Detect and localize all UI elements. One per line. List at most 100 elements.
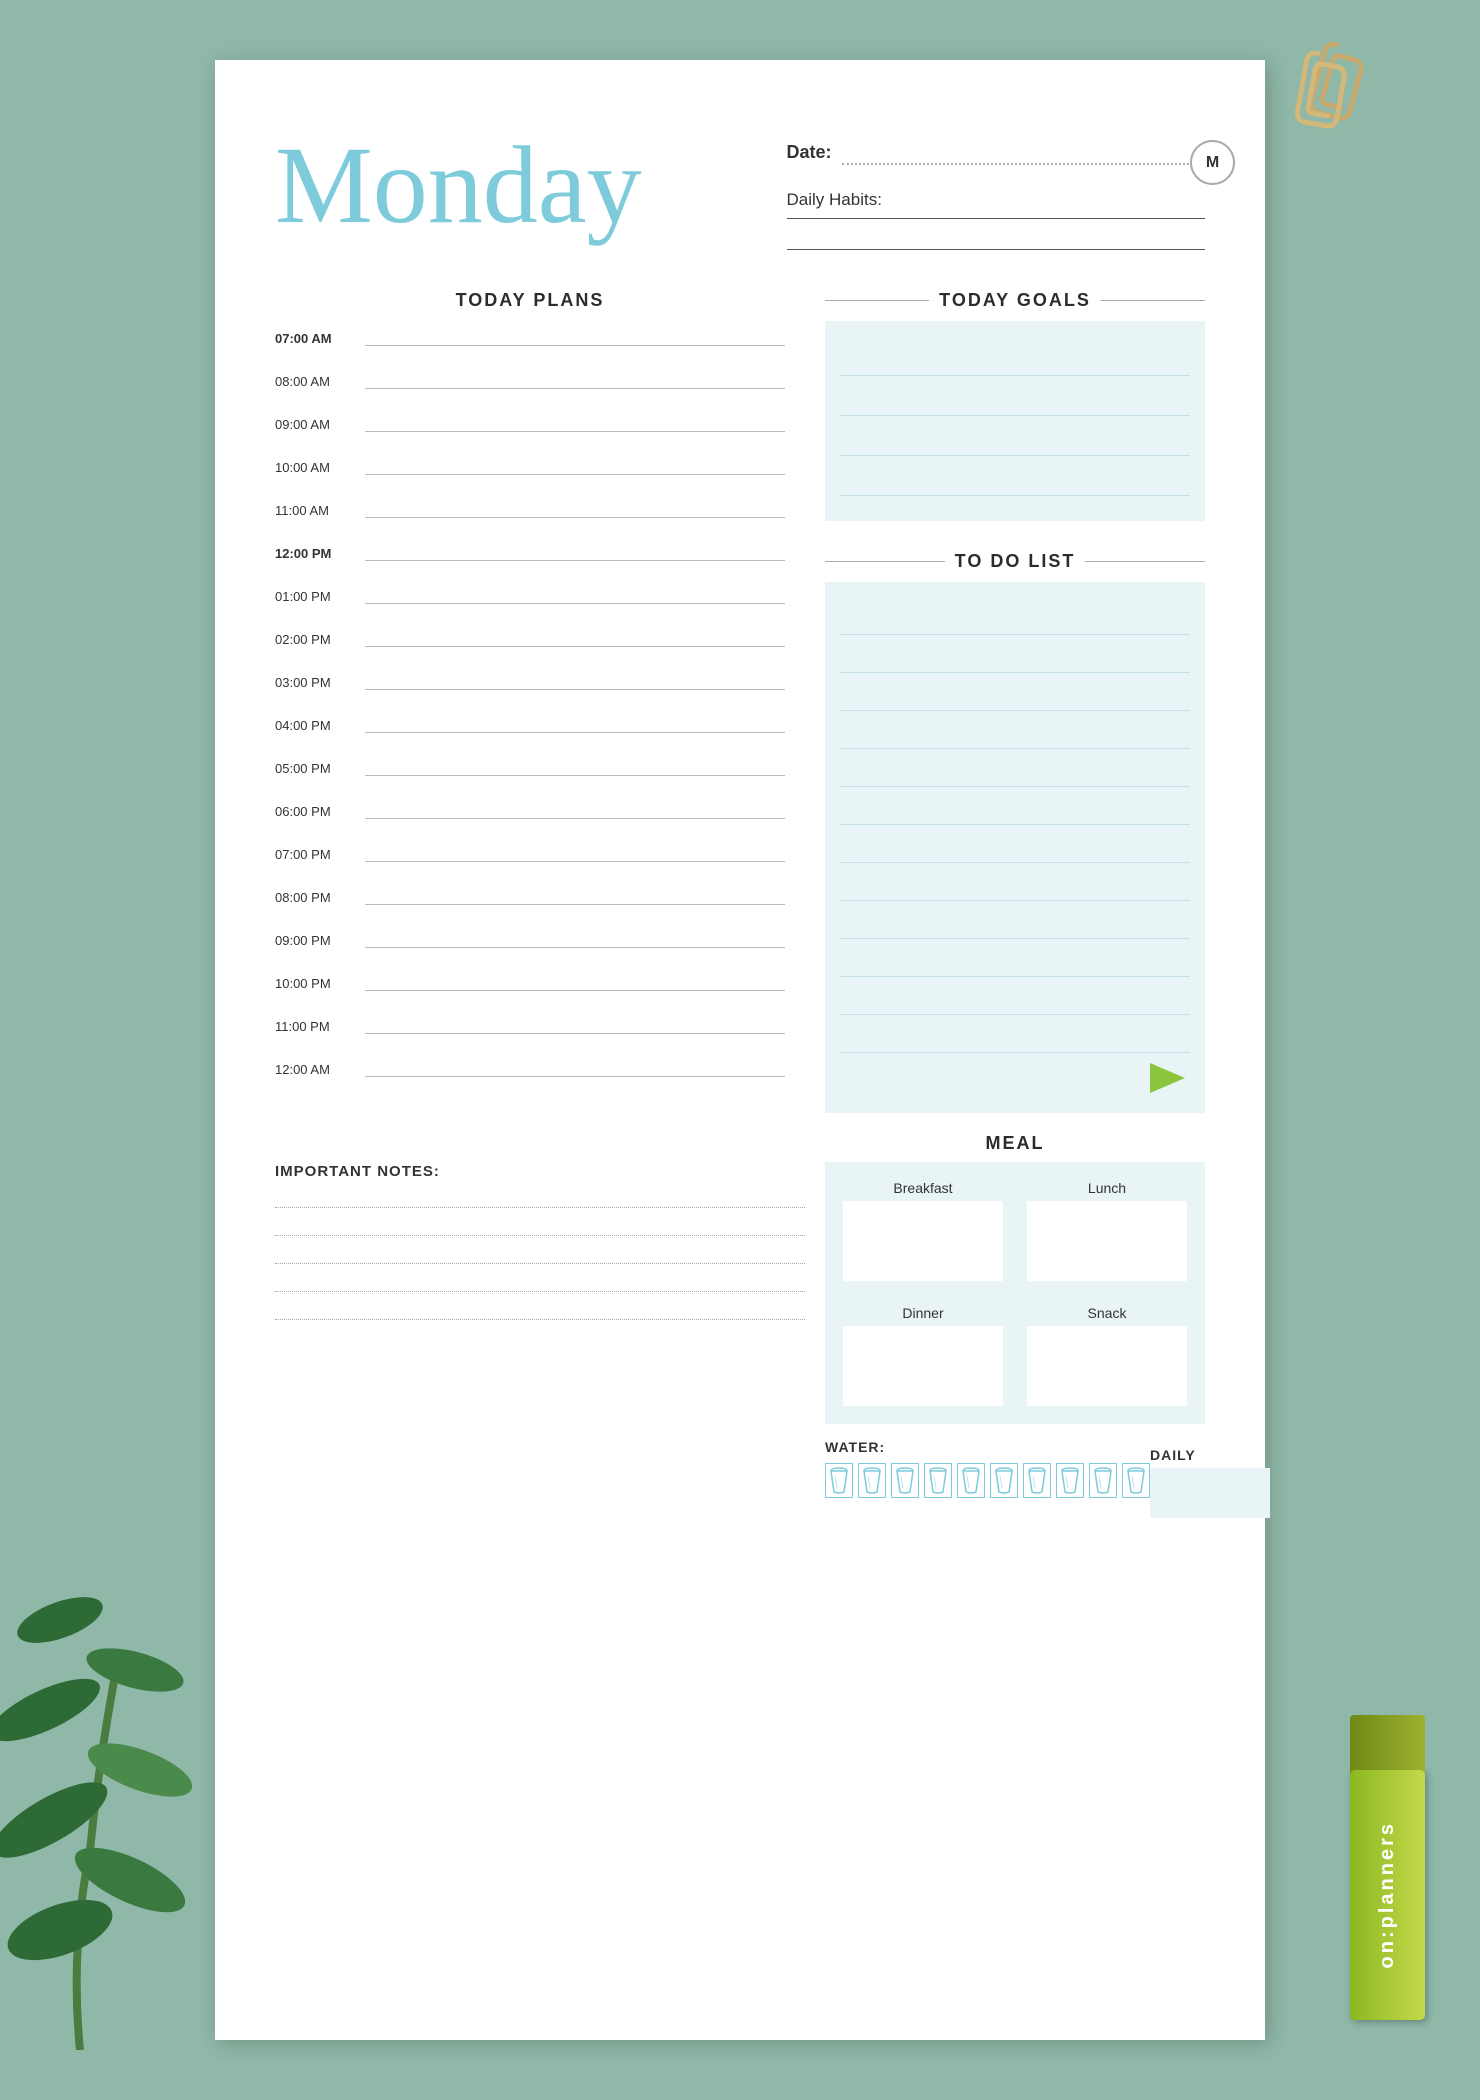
time-line-1 bbox=[365, 374, 785, 389]
main-content: TODAY PLANS 07:00 AM 08:00 AM 09:00 AM 10:0… bbox=[275, 290, 1205, 1113]
flag-icon bbox=[1150, 1063, 1190, 1098]
water-glass-1 bbox=[858, 1463, 886, 1498]
bottom-section: IMPORTANT NOTES: MEAL Breakfast Lunch bbox=[275, 1133, 1205, 1518]
meal-cell-snack: Snack bbox=[1019, 1297, 1195, 1414]
brand-label: on:planners bbox=[1376, 1821, 1399, 1968]
time-slot-1: 08:00 AM bbox=[275, 374, 785, 389]
time-label-5: 12:00 PM bbox=[275, 546, 360, 561]
time-label-10: 05:00 PM bbox=[275, 761, 360, 776]
time-slot-13: 08:00 PM bbox=[275, 890, 785, 905]
water-glass-7 bbox=[1056, 1463, 1084, 1498]
todo-list-title: TO DO LIST bbox=[955, 551, 1076, 572]
meal-breakfast-label: Breakfast bbox=[843, 1180, 1003, 1196]
time-slot-3: 10:00 AM bbox=[275, 460, 785, 475]
time-line-3 bbox=[365, 460, 785, 475]
time-label-11: 06:00 PM bbox=[275, 804, 360, 819]
time-label-6: 01:00 PM bbox=[275, 589, 360, 604]
header-right: Date: M Daily Habits: bbox=[787, 120, 1206, 250]
time-slot-11: 06:00 PM bbox=[275, 804, 785, 819]
time-line-9 bbox=[365, 718, 785, 733]
meal-dinner-content bbox=[843, 1326, 1003, 1406]
water-glass-2 bbox=[891, 1463, 919, 1498]
time-slot-17: 12:00 AM bbox=[275, 1062, 785, 1077]
time-label-8: 03:00 PM bbox=[275, 675, 360, 690]
water-section: WATER: bbox=[825, 1439, 1205, 1518]
time-line-7 bbox=[365, 632, 785, 647]
daily-box bbox=[1150, 1468, 1270, 1518]
time-label-15: 10:00 PM bbox=[275, 976, 360, 991]
time-label-9: 04:00 PM bbox=[275, 718, 360, 733]
todo-header: TO DO LIST bbox=[825, 551, 1205, 572]
time-line-15 bbox=[365, 976, 785, 991]
brand-container: on:planners bbox=[1350, 1770, 1425, 2020]
daily-label: DAILY bbox=[1150, 1447, 1270, 1463]
water-glass-4 bbox=[957, 1463, 985, 1498]
meal-cell-breakfast: Breakfast bbox=[835, 1172, 1011, 1289]
meal-title: MEAL bbox=[825, 1133, 1205, 1154]
time-label-7: 02:00 PM bbox=[275, 632, 360, 647]
planner-paper: Monday Date: M Daily Habits: TODAY PLANS bbox=[215, 60, 1265, 2040]
important-notes-section: IMPORTANT NOTES: bbox=[275, 1163, 805, 1320]
flag-container bbox=[840, 1063, 1190, 1098]
meal-section: MEAL Breakfast Lunch Dinner Snack bbox=[825, 1133, 1205, 1518]
meal-cell-lunch: Lunch bbox=[1019, 1172, 1195, 1289]
goals-header: TODAY GOALS bbox=[825, 290, 1205, 311]
time-slot-2: 09:00 AM bbox=[275, 417, 785, 432]
time-line-2 bbox=[365, 417, 785, 432]
time-line-12 bbox=[365, 847, 785, 862]
meal-cell-dinner: Dinner bbox=[835, 1297, 1011, 1414]
habits-line-1 bbox=[787, 218, 1206, 219]
water-label: WATER: bbox=[825, 1439, 1150, 1455]
time-line-13 bbox=[365, 890, 785, 905]
todo-line-right bbox=[1085, 561, 1205, 562]
time-label-4: 11:00 AM bbox=[275, 503, 360, 518]
time-line-11 bbox=[365, 804, 785, 819]
time-label-3: 10:00 AM bbox=[275, 460, 360, 475]
water-glass-5 bbox=[990, 1463, 1018, 1498]
time-line-14 bbox=[365, 933, 785, 948]
notes-line-5 bbox=[275, 1300, 805, 1320]
time-slot-16: 11:00 PM bbox=[275, 1019, 785, 1034]
water-glasses bbox=[825, 1463, 1150, 1498]
notes-line-2 bbox=[275, 1216, 805, 1236]
time-label-14: 09:00 PM bbox=[275, 933, 360, 948]
time-line-5 bbox=[365, 546, 785, 561]
time-label-12: 07:00 PM bbox=[275, 847, 360, 862]
date-line bbox=[842, 145, 1205, 165]
water-glass-6 bbox=[1023, 1463, 1051, 1498]
daily-section: DAILY bbox=[1150, 1447, 1270, 1518]
date-section: Date: M bbox=[787, 140, 1206, 165]
daily-habits-label: Daily Habits: bbox=[787, 190, 882, 209]
time-slots-container: 07:00 AM 08:00 AM 09:00 AM 10:00 AM 11:00 AM… bbox=[275, 331, 785, 1077]
water-glass-9 bbox=[1122, 1463, 1150, 1498]
time-line-8 bbox=[365, 675, 785, 690]
today-goals-title: TODAY GOALS bbox=[939, 290, 1091, 311]
todo-box bbox=[825, 582, 1205, 1113]
goals-line-right bbox=[1101, 300, 1205, 301]
time-label-1: 08:00 AM bbox=[275, 374, 360, 389]
daily-habits-section: Daily Habits: bbox=[787, 190, 1206, 250]
time-label-16: 11:00 PM bbox=[275, 1019, 360, 1034]
time-label-0: 07:00 AM bbox=[275, 331, 360, 346]
left-bottom: IMPORTANT NOTES: bbox=[275, 1133, 805, 1518]
time-slot-15: 10:00 PM bbox=[275, 976, 785, 991]
time-slot-14: 09:00 PM bbox=[275, 933, 785, 948]
time-line-10 bbox=[365, 761, 785, 776]
habits-line-2 bbox=[787, 249, 1206, 250]
notes-line-4 bbox=[275, 1272, 805, 1292]
header-section: Monday Date: M Daily Habits: bbox=[275, 120, 1205, 250]
important-notes-label: IMPORTANT NOTES: bbox=[275, 1163, 805, 1180]
notes-line-1 bbox=[275, 1188, 805, 1208]
meal-grid: Breakfast Lunch Dinner Snack bbox=[825, 1162, 1205, 1424]
time-line-6 bbox=[365, 589, 785, 604]
m-circle: M bbox=[1190, 140, 1235, 185]
water-glass-3 bbox=[924, 1463, 952, 1498]
meal-snack-label: Snack bbox=[1027, 1305, 1187, 1321]
goals-box bbox=[825, 321, 1205, 521]
water-glass-8 bbox=[1089, 1463, 1117, 1498]
time-line-16 bbox=[365, 1019, 785, 1034]
time-slot-7: 02:00 PM bbox=[275, 632, 785, 647]
notes-line-3 bbox=[275, 1244, 805, 1264]
meal-dinner-label: Dinner bbox=[843, 1305, 1003, 1321]
today-plans-title: TODAY PLANS bbox=[275, 290, 785, 311]
